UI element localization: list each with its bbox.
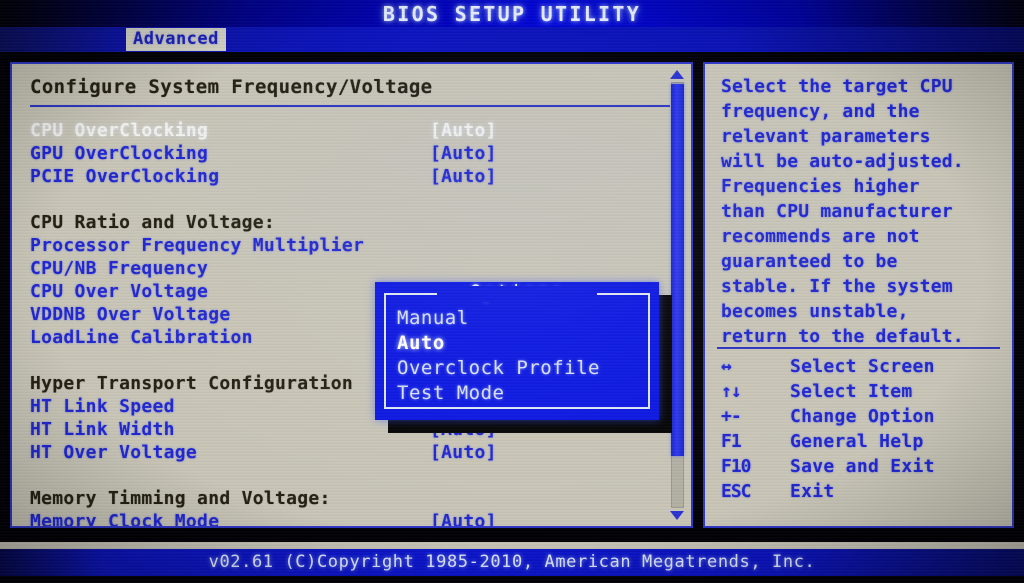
key-legend-description: Select Screen — [790, 356, 935, 377]
settings-row-label: LoadLine Calibration — [30, 327, 253, 348]
key-legend-list: ↔ Select Screen ↑↓ Select Item +- Change Opti… — [717, 354, 1002, 504]
section-divider — [30, 105, 670, 107]
settings-row[interactable]: CPU OverClocking [Auto] — [12, 119, 691, 142]
bios-screen: BIOS SETUP UTILITY Advanced Configure Sy… — [0, 0, 1024, 583]
settings-row-label: HT Over Voltage — [30, 442, 198, 463]
tab-advanced[interactable]: Advanced — [126, 28, 226, 51]
settings-group-header: CPU Ratio and Voltage: — [12, 211, 691, 234]
key-legend-row: +- Change Option — [717, 404, 1002, 429]
key-legend-key: ↔ — [721, 356, 732, 377]
key-legend-key: F10 — [721, 456, 751, 477]
menu-bar: Advanced — [0, 27, 1024, 52]
scroll-up-arrow-icon[interactable] — [670, 70, 684, 79]
help-description: Select the target CPU frequency, and the… — [721, 76, 964, 347]
key-legend-description: Exit — [790, 481, 835, 502]
key-legend-description: General Help — [790, 431, 924, 452]
settings-row-label: Memory Timming and Voltage: — [30, 488, 331, 509]
key-legend-description: Select Item — [790, 381, 913, 402]
settings-row-label: CPU Over Voltage — [30, 281, 209, 302]
settings-row-label: VDDNB Over Voltage — [30, 304, 231, 325]
settings-row-label: HT Link Width — [30, 419, 175, 440]
settings-row-value[interactable]: [Auto] — [430, 142, 497, 165]
settings-row-label: Memory Clock Mode — [30, 511, 220, 528]
settings-row-value[interactable]: [Auto] — [430, 510, 497, 526]
key-legend-key: F1 — [721, 431, 742, 452]
options-list-item[interactable]: Overclock Profile — [397, 356, 600, 381]
key-legend-key: +- — [721, 406, 742, 427]
options-list-item[interactable]: Auto — [397, 331, 600, 356]
copyright-text: v02.61 (C)Copyright 1985-2010, American … — [208, 552, 816, 572]
key-legend-row: ESC Exit — [717, 479, 1002, 504]
options-dialog-title-mask — [437, 286, 597, 302]
footer-separator — [0, 542, 1024, 549]
settings-row[interactable]: PCIE OverClocking [Auto] — [12, 165, 691, 188]
settings-row-label: CPU/NB Frequency — [30, 258, 209, 279]
section-title: Configure System Frequency/Voltage — [30, 76, 433, 98]
row-spacer — [12, 464, 691, 487]
screen-bottom-bezel — [0, 576, 1024, 583]
key-legend-key: ↑↓ — [721, 381, 742, 402]
settings-row-label: GPU OverClocking — [30, 143, 209, 164]
options-list-item[interactable]: Manual — [397, 306, 600, 331]
settings-row-value[interactable]: [Auto] — [430, 119, 497, 142]
settings-row-label: PCIE OverClocking — [30, 166, 220, 187]
options-list-item[interactable]: Test Mode — [397, 381, 600, 406]
key-legend-description: Change Option — [790, 406, 935, 427]
settings-row-label: Processor Frequency Multiplier — [30, 235, 365, 256]
settings-row-label: Hyper Transport Configuration — [30, 373, 353, 394]
options-list: Manual Auto Overclock Profile Test Mode — [397, 306, 600, 406]
page-title: BIOS SETUP UTILITY — [382, 2, 642, 26]
settings-row[interactable]: GPU OverClocking [Auto] — [12, 142, 691, 165]
help-divider — [717, 347, 1000, 349]
row-spacer — [12, 188, 691, 211]
key-legend-row: ↔ Select Screen — [717, 354, 1002, 379]
key-legend-description: Save and Exit — [790, 456, 935, 477]
key-legend-row: F1 General Help — [717, 429, 1002, 454]
key-legend-row: ↑↓ Select Item — [717, 379, 1002, 404]
scroll-down-arrow-icon[interactable] — [670, 511, 684, 520]
footer-bar: v02.61 (C)Copyright 1985-2010, American … — [0, 549, 1024, 576]
settings-row-value[interactable]: [Auto] — [430, 165, 497, 188]
body-area: Configure System Frequency/Voltage CPU O… — [0, 52, 1024, 542]
key-legend-key: ESC — [721, 481, 751, 502]
settings-row-label: CPU Ratio and Voltage: — [30, 212, 276, 233]
settings-row[interactable]: Processor Frequency Multiplier — [12, 234, 691, 257]
help-panel: Select the target CPU frequency, and the… — [703, 62, 1014, 528]
settings-row[interactable]: Memory Clock Mode [Auto] — [12, 510, 691, 528]
settings-row-label: CPU OverClocking — [30, 120, 209, 141]
settings-group-header: Memory Timming and Voltage: — [12, 487, 691, 510]
key-legend-row: F10 Save and Exit — [717, 454, 1002, 479]
settings-row[interactable]: HT Over Voltage [Auto] — [12, 441, 691, 464]
scrollbar-thumb[interactable] — [671, 84, 684, 456]
settings-row-value[interactable]: [Auto] — [430, 441, 497, 464]
settings-row[interactable]: CPU/NB Frequency — [12, 257, 691, 280]
options-dialog[interactable]: Options ManualAutoOverclock ProfileTest … — [375, 281, 659, 420]
settings-row-label: HT Link Speed — [30, 396, 175, 417]
title-bar: BIOS SETUP UTILITY — [0, 0, 1024, 27]
